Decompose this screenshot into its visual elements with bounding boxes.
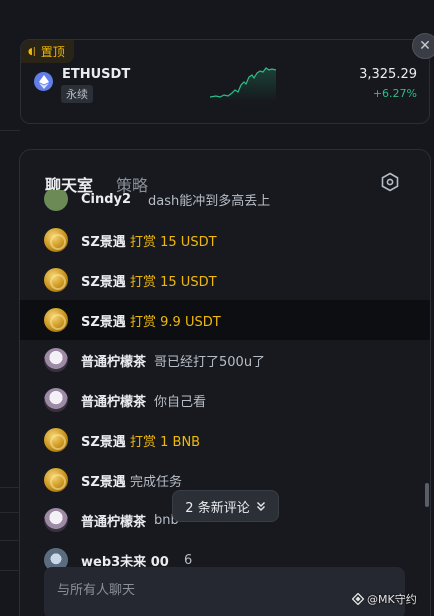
- message-username[interactable]: SZ景遇: [81, 431, 126, 450]
- divider: [0, 540, 20, 541]
- message-username[interactable]: SZ景遇: [81, 231, 126, 250]
- chat-panel: 聊天室 策略 Cindy2 dash能冲到多高丢上 SZ景遇 打赏 15 USD…: [19, 149, 431, 616]
- new-comments-button[interactable]: 2 条新评论: [172, 490, 279, 522]
- message-text: 6: [184, 552, 193, 568]
- ticker-price: 3,325.29: [359, 67, 417, 82]
- avatar[interactable]: [44, 428, 68, 452]
- list-item: SZ景遇 打赏 1 BNB: [20, 420, 430, 460]
- ticker-change: +6.27%: [372, 87, 417, 100]
- price-sparkline: [210, 67, 276, 102]
- list-item: SZ景遇 打赏 15 USDT: [20, 260, 430, 300]
- message-username[interactable]: SZ景遇: [81, 311, 126, 330]
- avatar[interactable]: [44, 468, 68, 492]
- pin-icon: ◖|: [28, 46, 36, 57]
- watermark: @MK守约: [352, 591, 417, 607]
- message-text: 完成任务: [130, 474, 183, 490]
- pinned-tag: ◖| 置顶: [21, 40, 74, 63]
- message-username[interactable]: Cindy2: [81, 192, 131, 207]
- pinned-ticker-card[interactable]: ◖| 置顶 ETHUSDT 永续 3,325.29 +6.27%: [20, 39, 430, 124]
- watermark-text: @MK守约: [367, 593, 417, 606]
- list-item: SZ景遇 打赏 15 USDT: [20, 220, 430, 260]
- list-item: 普通柠檬茶 哥已经打了500u了: [20, 340, 430, 380]
- double-chevron-down-icon: [256, 502, 265, 511]
- divider: [0, 512, 20, 513]
- avatar[interactable]: [44, 228, 68, 252]
- hexagon-settings-icon[interactable]: [380, 172, 400, 192]
- divider: [0, 570, 20, 571]
- new-comments-label: 2 条新评论: [185, 500, 250, 516]
- scrollbar-thumb[interactable]: [425, 483, 429, 507]
- avatar[interactable]: [44, 508, 68, 532]
- message-text: 打赏 15 USDT: [130, 234, 217, 250]
- message-text: 打赏 1 BNB: [130, 434, 201, 450]
- chat-input[interactable]: [44, 567, 405, 613]
- avatar[interactable]: [44, 388, 68, 412]
- pinned-tag-label: 置顶: [40, 45, 65, 59]
- divider: [0, 130, 20, 131]
- close-icon[interactable]: ✕: [412, 33, 434, 59]
- message-text: dash能冲到多高丢上: [148, 193, 271, 209]
- message-text: 哥已经打了500u了: [154, 354, 266, 370]
- message-text: 你自己看: [154, 394, 207, 410]
- message-text: 打赏 15 USDT: [130, 274, 217, 290]
- contract-type-badge: 永续: [61, 85, 93, 103]
- eth-icon: [34, 72, 53, 91]
- message-text: 打赏 9.9 USDT: [130, 314, 221, 330]
- ticker-symbol: ETHUSDT: [62, 67, 131, 82]
- diamond-logo-icon: [352, 593, 364, 605]
- list-item: SZ景遇 打赏 9.9 USDT: [20, 300, 430, 340]
- avatar[interactable]: [44, 190, 68, 211]
- list-item: web3未来 00 6: [20, 540, 430, 570]
- divider: [0, 487, 20, 488]
- avatar[interactable]: [44, 348, 68, 372]
- message-username[interactable]: 普通柠檬茶: [81, 391, 146, 410]
- message-username[interactable]: 普通柠檬茶: [81, 511, 146, 530]
- list-item: Cindy2 dash能冲到多高丢上: [20, 190, 430, 219]
- message-username[interactable]: SZ景遇: [81, 471, 126, 490]
- list-item: 普通柠檬茶 你自己看: [20, 380, 430, 420]
- chat-input-box: [44, 567, 405, 616]
- message-username[interactable]: SZ景遇: [81, 271, 126, 290]
- message-username[interactable]: 普通柠檬茶: [81, 351, 146, 370]
- avatar[interactable]: [44, 268, 68, 292]
- avatar[interactable]: [44, 308, 68, 332]
